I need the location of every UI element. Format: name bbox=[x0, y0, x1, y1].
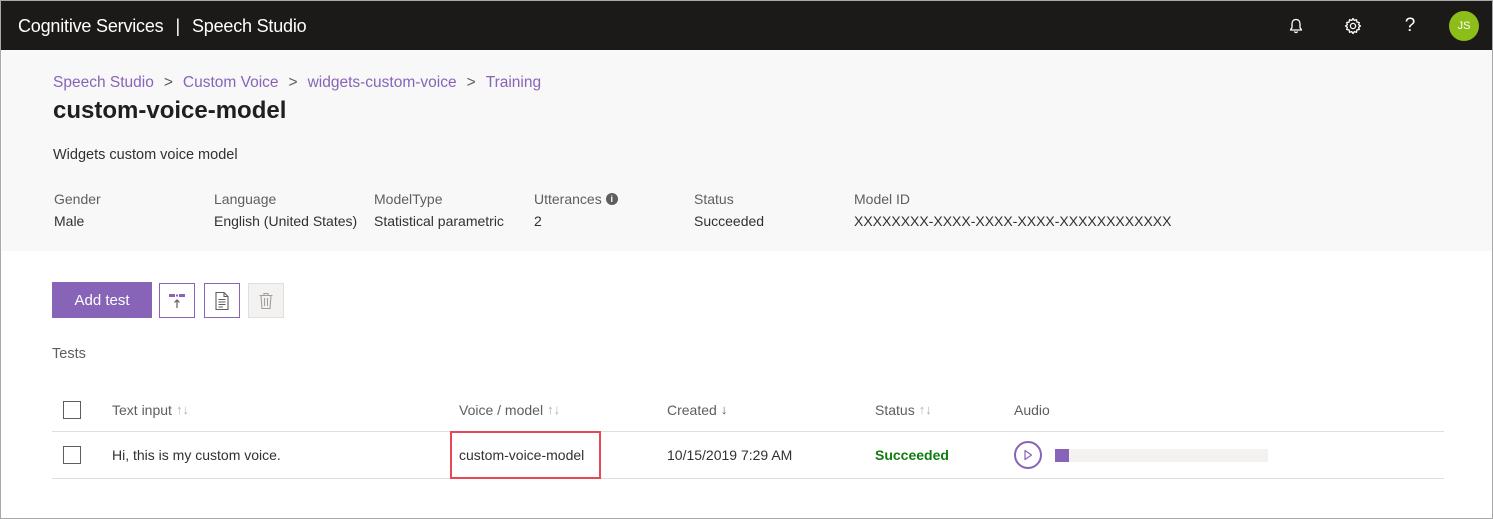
sort-icon: ↑↓ bbox=[918, 402, 932, 417]
play-icon bbox=[1024, 449, 1033, 461]
breadcrumb-separator: > bbox=[163, 74, 173, 91]
property-value: Male bbox=[54, 213, 85, 229]
bell-icon[interactable] bbox=[1283, 13, 1309, 39]
property-label: ModelType bbox=[374, 191, 443, 207]
property-value: English (United States) bbox=[214, 213, 358, 229]
gear-icon[interactable] bbox=[1340, 13, 1366, 39]
status-cell: Succeeded bbox=[875, 447, 949, 463]
property-utterances: Utterances i 2 bbox=[534, 190, 618, 229]
model-description: Widgets custom voice model bbox=[53, 147, 238, 163]
breadcrumb-custom-voice[interactable]: Custom Voice bbox=[183, 74, 279, 91]
breadcrumb-training[interactable]: Training bbox=[486, 74, 541, 91]
upload-icon bbox=[169, 293, 185, 308]
brand-name[interactable]: Cognitive Services bbox=[18, 16, 164, 36]
select-all-cell bbox=[63, 388, 81, 431]
sort-descending-icon: ↓ bbox=[720, 402, 728, 417]
table-row[interactable]: Hi, this is my custom voice. custom-voic… bbox=[52, 432, 1444, 479]
text-input-cell: Hi, this is my custom voice. bbox=[112, 447, 281, 463]
brand: Cognitive Services | Speech Studio bbox=[18, 16, 307, 37]
play-button[interactable] bbox=[1014, 441, 1042, 469]
property-value: Statistical parametric bbox=[374, 213, 504, 229]
audio-progress-bar[interactable] bbox=[1055, 449, 1268, 462]
column-header-audio: Audio bbox=[1014, 388, 1050, 431]
select-all-checkbox[interactable] bbox=[63, 400, 81, 419]
column-header-status[interactable]: Status ↑↓ bbox=[875, 388, 932, 431]
column-header-text-input[interactable]: Text input ↑↓ bbox=[112, 388, 189, 431]
column-header-voice-model[interactable]: Voice / model ↑↓ bbox=[459, 388, 560, 431]
column-header-label: Voice / model bbox=[459, 401, 544, 418]
audio-cell bbox=[1014, 432, 1042, 478]
property-label: Gender bbox=[54, 191, 101, 207]
tests-section-label: Tests bbox=[52, 346, 86, 362]
property-label: Language bbox=[214, 191, 277, 207]
page-title: custom-voice-model bbox=[53, 97, 287, 124]
column-header-created[interactable]: Created ↓ bbox=[667, 388, 727, 431]
breadcrumb-separator: > bbox=[466, 74, 476, 91]
property-value: 2 bbox=[534, 213, 542, 229]
table-header: Text input ↑↓ Voice / model ↑↓ Created ↓ St… bbox=[52, 388, 1444, 432]
tests-table: Text input ↑↓ Voice / model ↑↓ Created ↓ St… bbox=[52, 388, 1444, 479]
sort-icon: ↑↓ bbox=[547, 402, 561, 417]
brand-separator: | bbox=[175, 16, 180, 36]
upload-button[interactable] bbox=[159, 283, 195, 318]
breadcrumb-project[interactable]: widgets-custom-voice bbox=[308, 74, 457, 91]
avatar[interactable]: JS bbox=[1449, 11, 1479, 41]
document-icon bbox=[215, 291, 229, 310]
breadcrumb: Speech Studio > Custom Voice > widgets-custo… bbox=[53, 74, 541, 92]
breadcrumb-speech-studio[interactable]: Speech Studio bbox=[53, 74, 154, 91]
top-bar: Cognitive Services | Speech Studio ? JS bbox=[1, 1, 1492, 50]
row-checkbox[interactable] bbox=[63, 446, 81, 464]
property-label: Status bbox=[694, 191, 734, 207]
model-header: Speech Studio > Custom Voice > widgets-custo… bbox=[2, 50, 1492, 251]
created-cell: 10/15/2019 7:29 AM bbox=[667, 447, 793, 463]
property-status: Status Succeeded bbox=[694, 190, 764, 229]
view-document-button[interactable] bbox=[204, 283, 240, 318]
highlight-box bbox=[450, 431, 601, 479]
row-select-cell bbox=[63, 432, 81, 478]
delete-icon bbox=[259, 292, 273, 309]
property-model-id: Model ID XXXXXXXX-XXXX-XXXX-XXXX-XXXXXXX… bbox=[854, 190, 1171, 229]
property-label: Model ID bbox=[854, 191, 911, 207]
audio-progress-fill[interactable] bbox=[1055, 449, 1069, 462]
column-header-label: Created bbox=[667, 401, 717, 418]
property-label: Utterances bbox=[534, 191, 602, 207]
property-value: XXXXXXXX-XXXX-XXXX-XXXX-XXXXXXXXXXXX bbox=[854, 213, 1172, 229]
column-header-label: Text input bbox=[112, 401, 172, 418]
app-window: Cognitive Services | Speech Studio ? JS Sp… bbox=[0, 0, 1493, 519]
add-test-button[interactable]: Add test bbox=[52, 282, 152, 318]
delete-button[interactable] bbox=[248, 283, 284, 318]
property-language: Language English (United States) bbox=[214, 190, 357, 229]
property-label-row: Utterances i bbox=[534, 190, 618, 208]
product-name[interactable]: Speech Studio bbox=[192, 16, 307, 36]
breadcrumb-separator: > bbox=[288, 74, 298, 91]
sort-icon: ↑↓ bbox=[175, 402, 189, 417]
info-icon[interactable]: i bbox=[605, 193, 618, 205]
property-gender: Gender Male bbox=[54, 190, 101, 229]
column-header-label: Audio bbox=[1014, 401, 1050, 418]
column-header-label: Status bbox=[875, 401, 915, 418]
help-icon[interactable]: ? bbox=[1397, 13, 1423, 39]
property-value: Succeeded bbox=[694, 213, 765, 229]
property-model-type: ModelType Statistical parametric bbox=[374, 190, 504, 229]
